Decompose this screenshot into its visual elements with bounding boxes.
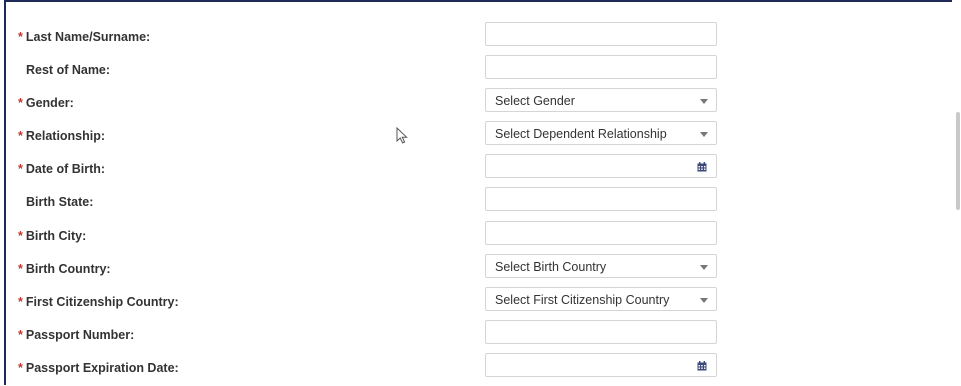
rest-of-name-label: Rest of Name: xyxy=(26,63,111,77)
field-row-birth-country: * Birth Country: Select Birth Country xyxy=(6,254,954,287)
field-row-rest-of-name: Rest of Name: xyxy=(6,55,954,88)
birth-state-input[interactable] xyxy=(485,187,717,211)
relationship-select[interactable]: Select Dependent Relationship xyxy=(485,121,717,145)
required-marker: * xyxy=(18,129,23,143)
scrollbar[interactable] xyxy=(952,0,961,379)
relationship-label: * Relationship: xyxy=(18,129,106,143)
required-marker: * xyxy=(18,295,23,309)
passport-expiration-date-label: * Passport Expiration Date: xyxy=(18,361,179,375)
field-row-first-citizenship-country: * First Citizenship Country: Select First… xyxy=(6,287,954,320)
birth-city-input[interactable] xyxy=(485,221,717,245)
chevron-down-icon xyxy=(700,99,708,104)
birth-country-label: * Birth Country: xyxy=(18,262,111,276)
scrollbar-thumb[interactable] xyxy=(956,112,960,210)
field-row-passport-expiration-date: * Passport Expiration Date: xyxy=(6,353,954,386)
birth-country-select-value: Select Birth Country xyxy=(495,260,607,274)
date-of-birth-label: * Date of Birth: xyxy=(18,162,106,176)
required-marker: * xyxy=(18,162,23,176)
chevron-down-icon xyxy=(700,265,708,270)
last-name-label: * Last Name/Surname: xyxy=(18,30,151,44)
passport-number-label: * Passport Number: xyxy=(18,328,135,342)
calendar-icon[interactable] xyxy=(697,162,707,172)
birth-city-label: * Birth City: xyxy=(18,229,87,243)
date-of-birth-input[interactable] xyxy=(485,154,717,178)
required-marker: * xyxy=(18,262,23,276)
required-marker: * xyxy=(18,96,23,110)
first-citizenship-country-select[interactable]: Select First Citizenship Country xyxy=(485,287,717,311)
passport-number-input[interactable] xyxy=(485,320,717,344)
required-marker: * xyxy=(18,229,23,243)
gender-select-value: Select Gender xyxy=(495,94,575,108)
calendar-icon[interactable] xyxy=(697,361,707,371)
field-row-birth-city: * Birth City: xyxy=(6,221,954,254)
passport-expiration-date-input[interactable] xyxy=(485,353,717,377)
gender-select[interactable]: Select Gender xyxy=(485,88,717,112)
field-row-relationship: * Relationship: Select Dependent Relation… xyxy=(6,121,954,154)
chevron-down-icon xyxy=(700,298,708,303)
field-row-date-of-birth: * Date of Birth: xyxy=(6,154,954,187)
required-marker: * xyxy=(18,328,23,342)
field-row-passport-number: * Passport Number: xyxy=(6,320,954,353)
field-row-last-name: * Last Name/Surname: xyxy=(6,22,954,55)
required-marker: * xyxy=(18,361,23,375)
first-citizenship-country-label: * First Citizenship Country: xyxy=(18,295,179,309)
gender-label: * Gender: xyxy=(18,96,74,110)
last-name-input[interactable] xyxy=(485,22,717,46)
field-row-gender: * Gender: Select Gender xyxy=(6,88,954,121)
mouse-cursor-icon xyxy=(396,127,408,144)
rest-of-name-input[interactable] xyxy=(485,55,717,79)
birth-state-label: Birth State: xyxy=(26,195,94,209)
relationship-select-value: Select Dependent Relationship xyxy=(495,127,667,141)
birth-country-select[interactable]: Select Birth Country xyxy=(485,254,717,278)
form-panel: * Last Name/Surname: Rest of Name: * Gende… xyxy=(4,0,952,385)
field-row-birth-state: Birth State: xyxy=(6,187,954,220)
required-marker: * xyxy=(18,30,23,44)
first-citizenship-country-select-value: Select First Citizenship Country xyxy=(495,293,670,307)
chevron-down-icon xyxy=(700,132,708,137)
